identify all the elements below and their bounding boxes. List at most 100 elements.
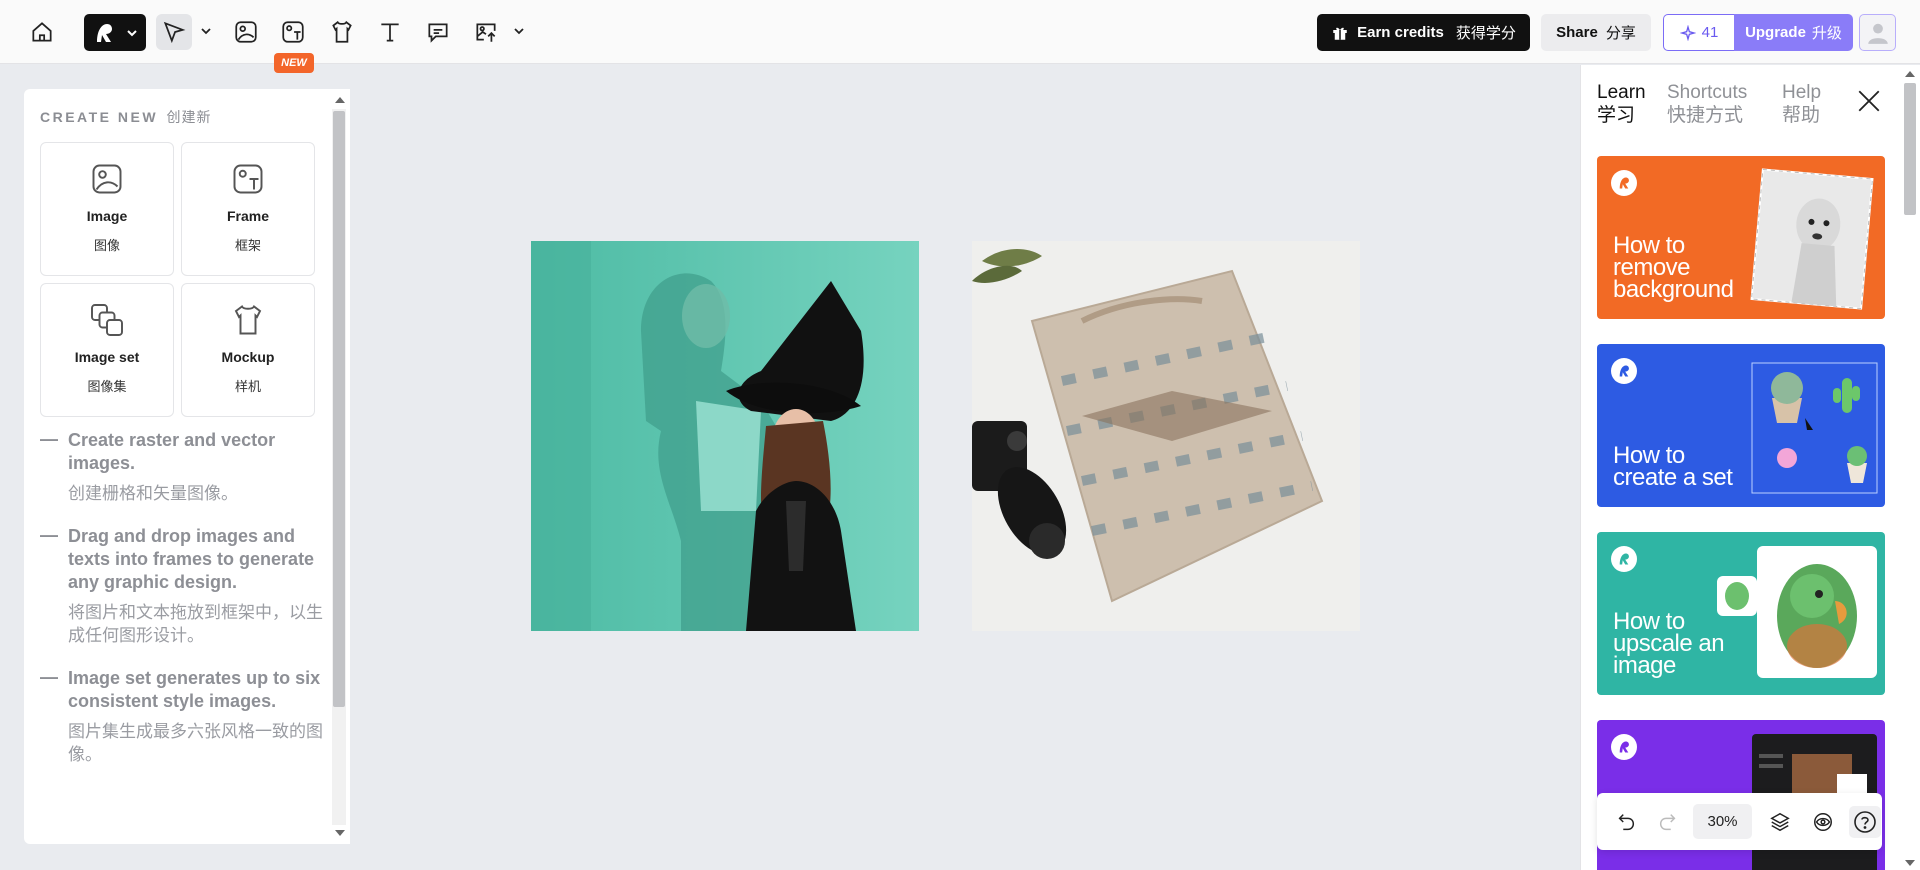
create-new-panel: CREATE NEW 创建新 Image 图像 Frame 框架 Image s… bbox=[24, 89, 350, 844]
card-label-cn: 样机 bbox=[234, 379, 261, 394]
tab-label-cn: 快捷方式 bbox=[1667, 105, 1744, 126]
undo-button[interactable] bbox=[1611, 807, 1641, 837]
upload-tool-button[interactable] bbox=[468, 14, 504, 50]
tshirt-icon bbox=[332, 20, 352, 43]
brand-logo-icon bbox=[1611, 358, 1637, 384]
panel-title-cn: 创建新 bbox=[166, 109, 212, 125]
card-label: Mockup bbox=[221, 349, 275, 365]
card-label-cn: 图像集 bbox=[87, 379, 127, 394]
create-mockup-card[interactable]: Mockup 样机 bbox=[181, 283, 315, 417]
comment-tool-button[interactable] bbox=[420, 14, 456, 50]
canvas-image-tshirt-mockup[interactable] bbox=[972, 241, 1360, 631]
scroll-up-arrow-icon[interactable] bbox=[335, 97, 345, 103]
top-toolbar: NEW Earn credits 获得学分 Share 分享 41 Upgrad… bbox=[0, 0, 1920, 73]
create-image-card[interactable]: Image 图像 bbox=[40, 142, 174, 276]
tutorial-card-remove-background[interactable]: How to remove background bbox=[1597, 156, 1885, 319]
scroll-up-arrow-icon[interactable] bbox=[1905, 71, 1915, 77]
gift-icon bbox=[1333, 27, 1347, 40]
brand-menu-button[interactable] bbox=[84, 14, 146, 51]
dog-thumbnail bbox=[1750, 168, 1874, 310]
home-button[interactable] bbox=[24, 14, 60, 50]
create-image-set-card[interactable]: Image set 图像集 bbox=[40, 283, 174, 417]
card-title: How to create a set bbox=[1613, 442, 1733, 491]
dash-icon: — bbox=[40, 525, 58, 545]
tips-list: — Create raster and vector images. 创建栅格和… bbox=[40, 429, 330, 786]
chevron-down-icon bbox=[127, 29, 137, 36]
new-badge: NEW bbox=[274, 53, 314, 73]
layers-button[interactable] bbox=[1765, 807, 1795, 837]
close-icon[interactable] bbox=[1856, 88, 1882, 114]
card-title: How to upscale an image bbox=[1613, 608, 1725, 679]
image-tool-button[interactable] bbox=[228, 14, 264, 50]
chevron-down-icon[interactable] bbox=[199, 24, 213, 38]
upgrade-label: Upgrade bbox=[1745, 24, 1806, 41]
image-icon bbox=[235, 21, 257, 43]
witch-girls-photo bbox=[531, 241, 919, 631]
tab-shortcuts[interactable]: Shortcuts 快捷方式 bbox=[1667, 81, 1747, 127]
zoom-level[interactable]: 30% bbox=[1693, 804, 1752, 839]
card-label: Image set bbox=[74, 349, 140, 365]
scroll-thumb[interactable] bbox=[333, 111, 345, 707]
sparkle-icon bbox=[1679, 24, 1696, 41]
image-icon bbox=[92, 164, 122, 194]
scroll-down-arrow-icon[interactable] bbox=[1905, 860, 1915, 866]
tab-learn[interactable]: Learn 学习 bbox=[1597, 81, 1646, 127]
earn-credits-label-cn: 获得学分 bbox=[1455, 25, 1516, 42]
card-label: Frame bbox=[226, 208, 270, 224]
user-avatar[interactable] bbox=[1859, 14, 1896, 51]
card-label-cn: 框架 bbox=[234, 238, 261, 253]
cursor-icon bbox=[163, 21, 186, 44]
redo-icon bbox=[1659, 814, 1676, 831]
card-label: Image bbox=[86, 208, 128, 224]
layers-icon bbox=[1770, 812, 1790, 832]
tshirt-mockup-photo bbox=[972, 241, 1360, 631]
scroll-down-arrow-icon[interactable] bbox=[335, 830, 345, 836]
undo-icon bbox=[1618, 814, 1635, 831]
panel-title-en: CREATE NEW bbox=[40, 109, 159, 125]
right-panel-scrollbar[interactable] bbox=[1900, 65, 1920, 870]
share-button[interactable]: Share 分享 bbox=[1541, 14, 1651, 51]
canvas-image-witch-girls[interactable] bbox=[531, 241, 919, 631]
upgrade-button[interactable]: Upgrade 升级 bbox=[1734, 14, 1853, 51]
text-tool-button[interactable] bbox=[372, 14, 408, 50]
text-icon bbox=[381, 23, 399, 42]
user-icon bbox=[1867, 23, 1888, 44]
tip-text-cn: 创建栅格和矢量图像。 bbox=[68, 484, 238, 503]
earn-credits-button[interactable]: Earn credits 获得学分 bbox=[1317, 14, 1530, 51]
frame-icon bbox=[282, 21, 304, 43]
credits-count: 41 bbox=[1701, 24, 1719, 41]
tab-help[interactable]: Help 帮助 bbox=[1782, 81, 1821, 127]
card-title: How to remove background bbox=[1613, 232, 1734, 303]
help-button[interactable] bbox=[1849, 806, 1881, 838]
tip-item: — Image set generates up to six consiste… bbox=[40, 667, 330, 766]
frame-tool-button[interactable] bbox=[275, 14, 311, 50]
brand-logo-icon bbox=[1611, 546, 1637, 572]
tshirt-icon bbox=[234, 305, 262, 335]
scroll-thumb[interactable] bbox=[1904, 83, 1916, 215]
credits-button[interactable]: 41 bbox=[1663, 14, 1734, 51]
tip-text-cn: 将图片和文本拖放到框架中，以生成任何图形设计。 bbox=[68, 603, 323, 645]
mockup-tool-button[interactable] bbox=[324, 14, 360, 50]
tip-text: Image set generates up to six consistent… bbox=[68, 668, 321, 711]
preview-button[interactable] bbox=[1808, 807, 1838, 837]
tip-text-cn: 图片集生成最多六张风格一致的图像。 bbox=[68, 722, 323, 764]
left-panel-scrollbar[interactable] bbox=[330, 89, 350, 844]
eye-scan-icon bbox=[1814, 813, 1832, 831]
chevron-down-icon[interactable] bbox=[512, 24, 526, 38]
card-label-cn: 图像 bbox=[93, 238, 120, 253]
tab-label-cn: 帮助 bbox=[1782, 105, 1821, 126]
select-tool-button[interactable] bbox=[156, 14, 192, 50]
upgrade-label-cn: 升级 bbox=[1811, 25, 1842, 42]
redo-button[interactable] bbox=[1653, 807, 1683, 837]
dash-icon: — bbox=[40, 667, 58, 687]
tab-label-cn: 学习 bbox=[1597, 105, 1636, 126]
tip-item: — Drag and drop images and texts into fr… bbox=[40, 525, 330, 647]
tip-item: — Create raster and vector images. 创建栅格和… bbox=[40, 429, 330, 505]
tab-label: Help bbox=[1782, 82, 1822, 103]
create-frame-card[interactable]: Frame 框架 bbox=[181, 142, 315, 276]
tip-text: Create raster and vector images. bbox=[68, 430, 276, 473]
tab-label: Shortcuts bbox=[1667, 82, 1748, 103]
brand-logo-icon bbox=[97, 23, 112, 42]
tutorial-card-create-set[interactable]: How to create a set bbox=[1597, 344, 1885, 507]
tutorial-card-upscale[interactable]: How to upscale an image bbox=[1597, 532, 1885, 695]
